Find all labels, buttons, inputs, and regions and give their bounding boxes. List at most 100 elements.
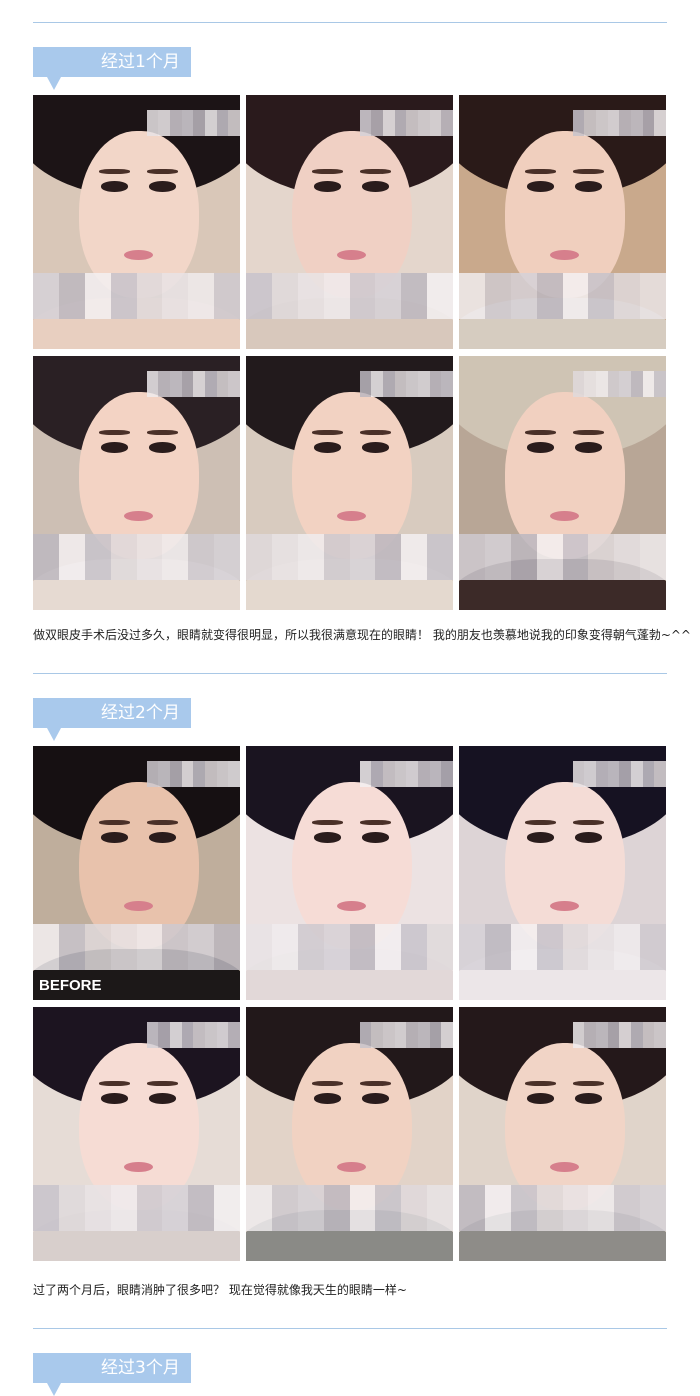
mosaic-cell (584, 773, 597, 787)
mosaic-cell (216, 110, 229, 123)
mosaic-cell (271, 946, 298, 970)
mosaic-cell (359, 761, 372, 774)
mosaic-cell (110, 556, 137, 580)
brow-shape (99, 429, 131, 435)
mosaic-cell (349, 556, 376, 580)
mosaic-cell (246, 946, 272, 970)
mosaic-cell (401, 295, 428, 319)
lips-shape (550, 900, 580, 912)
mosaic-cell (614, 533, 641, 557)
mosaic-cell (297, 923, 324, 947)
mosaic-cell (146, 1034, 159, 1048)
mosaic-cell (441, 773, 453, 787)
mosaic-cell (188, 295, 215, 319)
mosaic-cell (246, 1207, 272, 1231)
mosaic-cell (136, 556, 163, 580)
brow-shape (146, 429, 178, 435)
mosaic-cell (246, 533, 272, 557)
mosaic-cell (562, 295, 589, 319)
mosaic-cell (84, 1207, 111, 1231)
mosaic-cell (406, 383, 419, 397)
mosaic-cell (588, 1184, 615, 1208)
section-divider (33, 1328, 667, 1329)
mosaic-cell (607, 1022, 620, 1035)
mosaic-cell (596, 383, 608, 397)
photo-1-4 (33, 356, 240, 610)
mosaic-cell (427, 533, 453, 557)
mosaic-cell (188, 1207, 215, 1231)
mosaic-cell (562, 272, 589, 296)
lips-shape (337, 900, 367, 912)
eye-shape (101, 1093, 129, 1104)
mosaic-cell (323, 272, 350, 296)
mosaic-cell (406, 1034, 419, 1048)
pixelated-watermark (572, 1022, 666, 1048)
brow-shape (99, 819, 131, 825)
mosaic-cell (640, 1184, 666, 1208)
mosaic-cell (84, 295, 111, 319)
brow-shape (312, 429, 344, 435)
mosaic-cell (562, 1207, 589, 1231)
mosaic-cell (441, 761, 453, 774)
mosaic-cell (429, 122, 442, 136)
lips-shape (550, 1161, 580, 1173)
mosaic-cell (205, 1022, 217, 1035)
brow-shape (99, 168, 131, 174)
mosaic-cell (642, 761, 655, 774)
brow-shape (359, 1080, 391, 1086)
mosaic-cell (394, 773, 407, 787)
mosaic-cell (246, 272, 272, 296)
mosaic-cell (588, 295, 615, 319)
mosaic-cell (375, 923, 402, 947)
mosaic-cell (205, 383, 217, 397)
mosaic-cell (181, 383, 194, 397)
mosaic-cell (216, 383, 229, 397)
mosaic-cell (588, 272, 615, 296)
mosaic-cell (323, 533, 350, 557)
mosaic-cell (429, 761, 442, 774)
mosaic-cell (614, 295, 641, 319)
mosaic-cell (459, 533, 485, 557)
mosaic-cell (193, 110, 206, 123)
mosaic-cell (181, 761, 194, 774)
mosaic-cell (640, 1207, 666, 1231)
mosaic-cell (181, 371, 194, 384)
eye-shape (574, 832, 602, 843)
pixelated-watermark (359, 761, 453, 787)
mosaic-cell (193, 773, 206, 787)
eye-shape (527, 1093, 555, 1104)
mosaic-cell (58, 556, 85, 580)
eye-shape (314, 442, 342, 453)
mosaic-cell (429, 383, 442, 397)
mosaic-cell (216, 761, 229, 774)
eye-shape (527, 832, 555, 843)
mosaic-cell (654, 110, 666, 123)
mosaic-cell (188, 946, 215, 970)
section-tag-month-3: 经过3个月 (33, 1353, 191, 1396)
eye-shape (314, 832, 342, 843)
mosaic-cell (216, 1034, 229, 1048)
mosaic-cell (619, 1034, 632, 1048)
mosaic-cell (394, 1022, 407, 1035)
mosaic-cell (216, 1022, 229, 1035)
mosaic-cell (401, 272, 428, 296)
mosaic-cell (631, 1034, 643, 1048)
eye-shape (101, 832, 129, 843)
mosaic-cell (33, 1184, 59, 1208)
lips-shape (124, 1161, 154, 1173)
pixelated-watermark (146, 110, 240, 136)
photo-1-3 (459, 95, 666, 349)
pixelated-watermark (359, 371, 453, 397)
mosaic-cell (297, 1207, 324, 1231)
mosaic-cell (323, 1184, 350, 1208)
mosaic-cell (654, 773, 666, 787)
mosaic-cell (371, 1022, 384, 1035)
mosaic-cell (162, 946, 189, 970)
mosaic-cell (214, 946, 240, 970)
mosaic-cell (631, 761, 643, 774)
mosaic-cell (228, 122, 240, 136)
mosaic-cell (584, 371, 597, 384)
section-1-caption: 做双眼皮手术后没过多久，眼睛就变得很明显，所以我很满意现在的眼睛！ 我的朋友也羡… (33, 628, 691, 642)
mosaic-cell (596, 1022, 608, 1035)
mosaic-cell (383, 122, 395, 136)
